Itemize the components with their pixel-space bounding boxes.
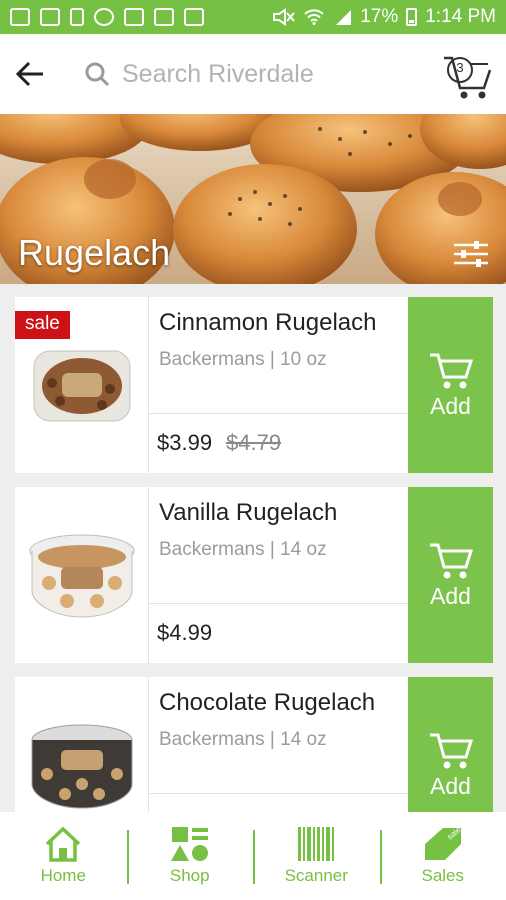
cart-icon — [429, 543, 473, 578]
clock: 1:14 PM — [425, 6, 496, 27]
wifi-icon — [304, 9, 324, 25]
battery-icon — [406, 8, 418, 26]
product-info[interactable]: Chocolate Rugelach Backermans | 14 oz — [149, 677, 408, 812]
add-to-cart-button[interactable]: Add — [408, 487, 493, 663]
sale-tag-icon: sale — [424, 826, 463, 860]
add-label: Add — [430, 582, 471, 609]
nav-sales[interactable]: sale Sales — [379, 812, 506, 900]
sale-badge: sale — [15, 311, 70, 339]
product-price: $4.99 — [157, 620, 213, 645]
nav-shop[interactable]: Shop — [126, 812, 254, 900]
product-price: $3.99 — [157, 430, 213, 455]
product-card[interactable]: Chocolate Rugelach Backermans | 14 oz Ad… — [15, 677, 493, 812]
add-label: Add — [430, 392, 471, 419]
nav-label: Shop — [169, 866, 210, 885]
product-name[interactable]: Vanilla Rugelach — [159, 499, 398, 527]
system-status: 17% 1:14 PM — [272, 6, 496, 28]
search-header: 3 — [0, 34, 506, 114]
add-label: Add — [430, 772, 471, 799]
tablet-icon — [40, 8, 60, 26]
sliders-icon — [454, 241, 488, 267]
product-list[interactable]: sale Cinnamon Rugelach Backermans | 10 o… — [0, 284, 506, 812]
mute-icon — [273, 8, 295, 26]
notification-icons — [10, 8, 204, 26]
product-meta: Backermans | 14 oz — [159, 539, 327, 560]
nav-scanner[interactable]: Scanner — [253, 812, 380, 900]
back-button[interactable] — [0, 34, 60, 114]
product-info[interactable]: Vanilla Rugelach Backermans | 14 oz $4.9… — [149, 487, 408, 663]
message-icon — [10, 8, 30, 26]
nav-home[interactable]: Home — [0, 812, 127, 900]
gallery-icon — [124, 8, 144, 26]
search-input[interactable] — [122, 49, 412, 99]
status-bar: 17% 1:14 PM — [0, 0, 506, 34]
product-card[interactable]: sale Cinnamon Rugelach Backermans | 10 o… — [15, 297, 493, 473]
signal-icon — [336, 10, 352, 25]
home-icon — [46, 826, 81, 862]
product-meta: Backermans | 10 oz — [159, 349, 327, 370]
arrow-left-icon — [15, 61, 43, 87]
bottom-nav: Home Shop Scanner sale Sales — [0, 812, 506, 900]
product-card[interactable]: Vanilla Rugelach Backermans | 14 oz $4.9… — [15, 487, 493, 663]
product-name[interactable]: Cinnamon Rugelach — [159, 309, 398, 337]
product-old-price: $4.79 — [226, 430, 282, 455]
calendar-icon — [184, 8, 204, 26]
cart-button[interactable]: 3 — [440, 44, 496, 104]
cart-icon — [429, 733, 473, 768]
filter-button[interactable] — [452, 240, 490, 268]
cart-icon — [429, 353, 473, 388]
product-image[interactable]: sale — [15, 297, 149, 473]
product-info[interactable]: Cinnamon Rugelach Backermans | 10 oz $3.… — [149, 297, 408, 473]
barcode-icon — [298, 827, 335, 861]
shapes-icon — [170, 827, 208, 861]
category-title: Rugelach — [18, 232, 171, 273]
battery-percent: 17% — [360, 6, 399, 27]
add-to-cart-button[interactable]: Add — [408, 297, 493, 473]
bag-icon — [70, 8, 84, 26]
add-to-cart-button[interactable]: Add — [408, 677, 493, 812]
search-icon[interactable] — [72, 34, 122, 114]
product-image[interactable] — [15, 487, 149, 663]
nav-label: Home — [40, 866, 86, 885]
cart-count: 3 — [456, 60, 464, 75]
nav-label: Sales — [421, 866, 465, 885]
product-name[interactable]: Chocolate Rugelach — [159, 689, 398, 717]
photo-icon — [154, 8, 174, 26]
product-image[interactable] — [15, 677, 149, 812]
product-meta: Backermans | 14 oz — [159, 729, 327, 750]
maps-icon — [94, 8, 114, 26]
nav-label: Scanner — [284, 866, 348, 885]
category-banner: Rugelach — [0, 114, 506, 284]
